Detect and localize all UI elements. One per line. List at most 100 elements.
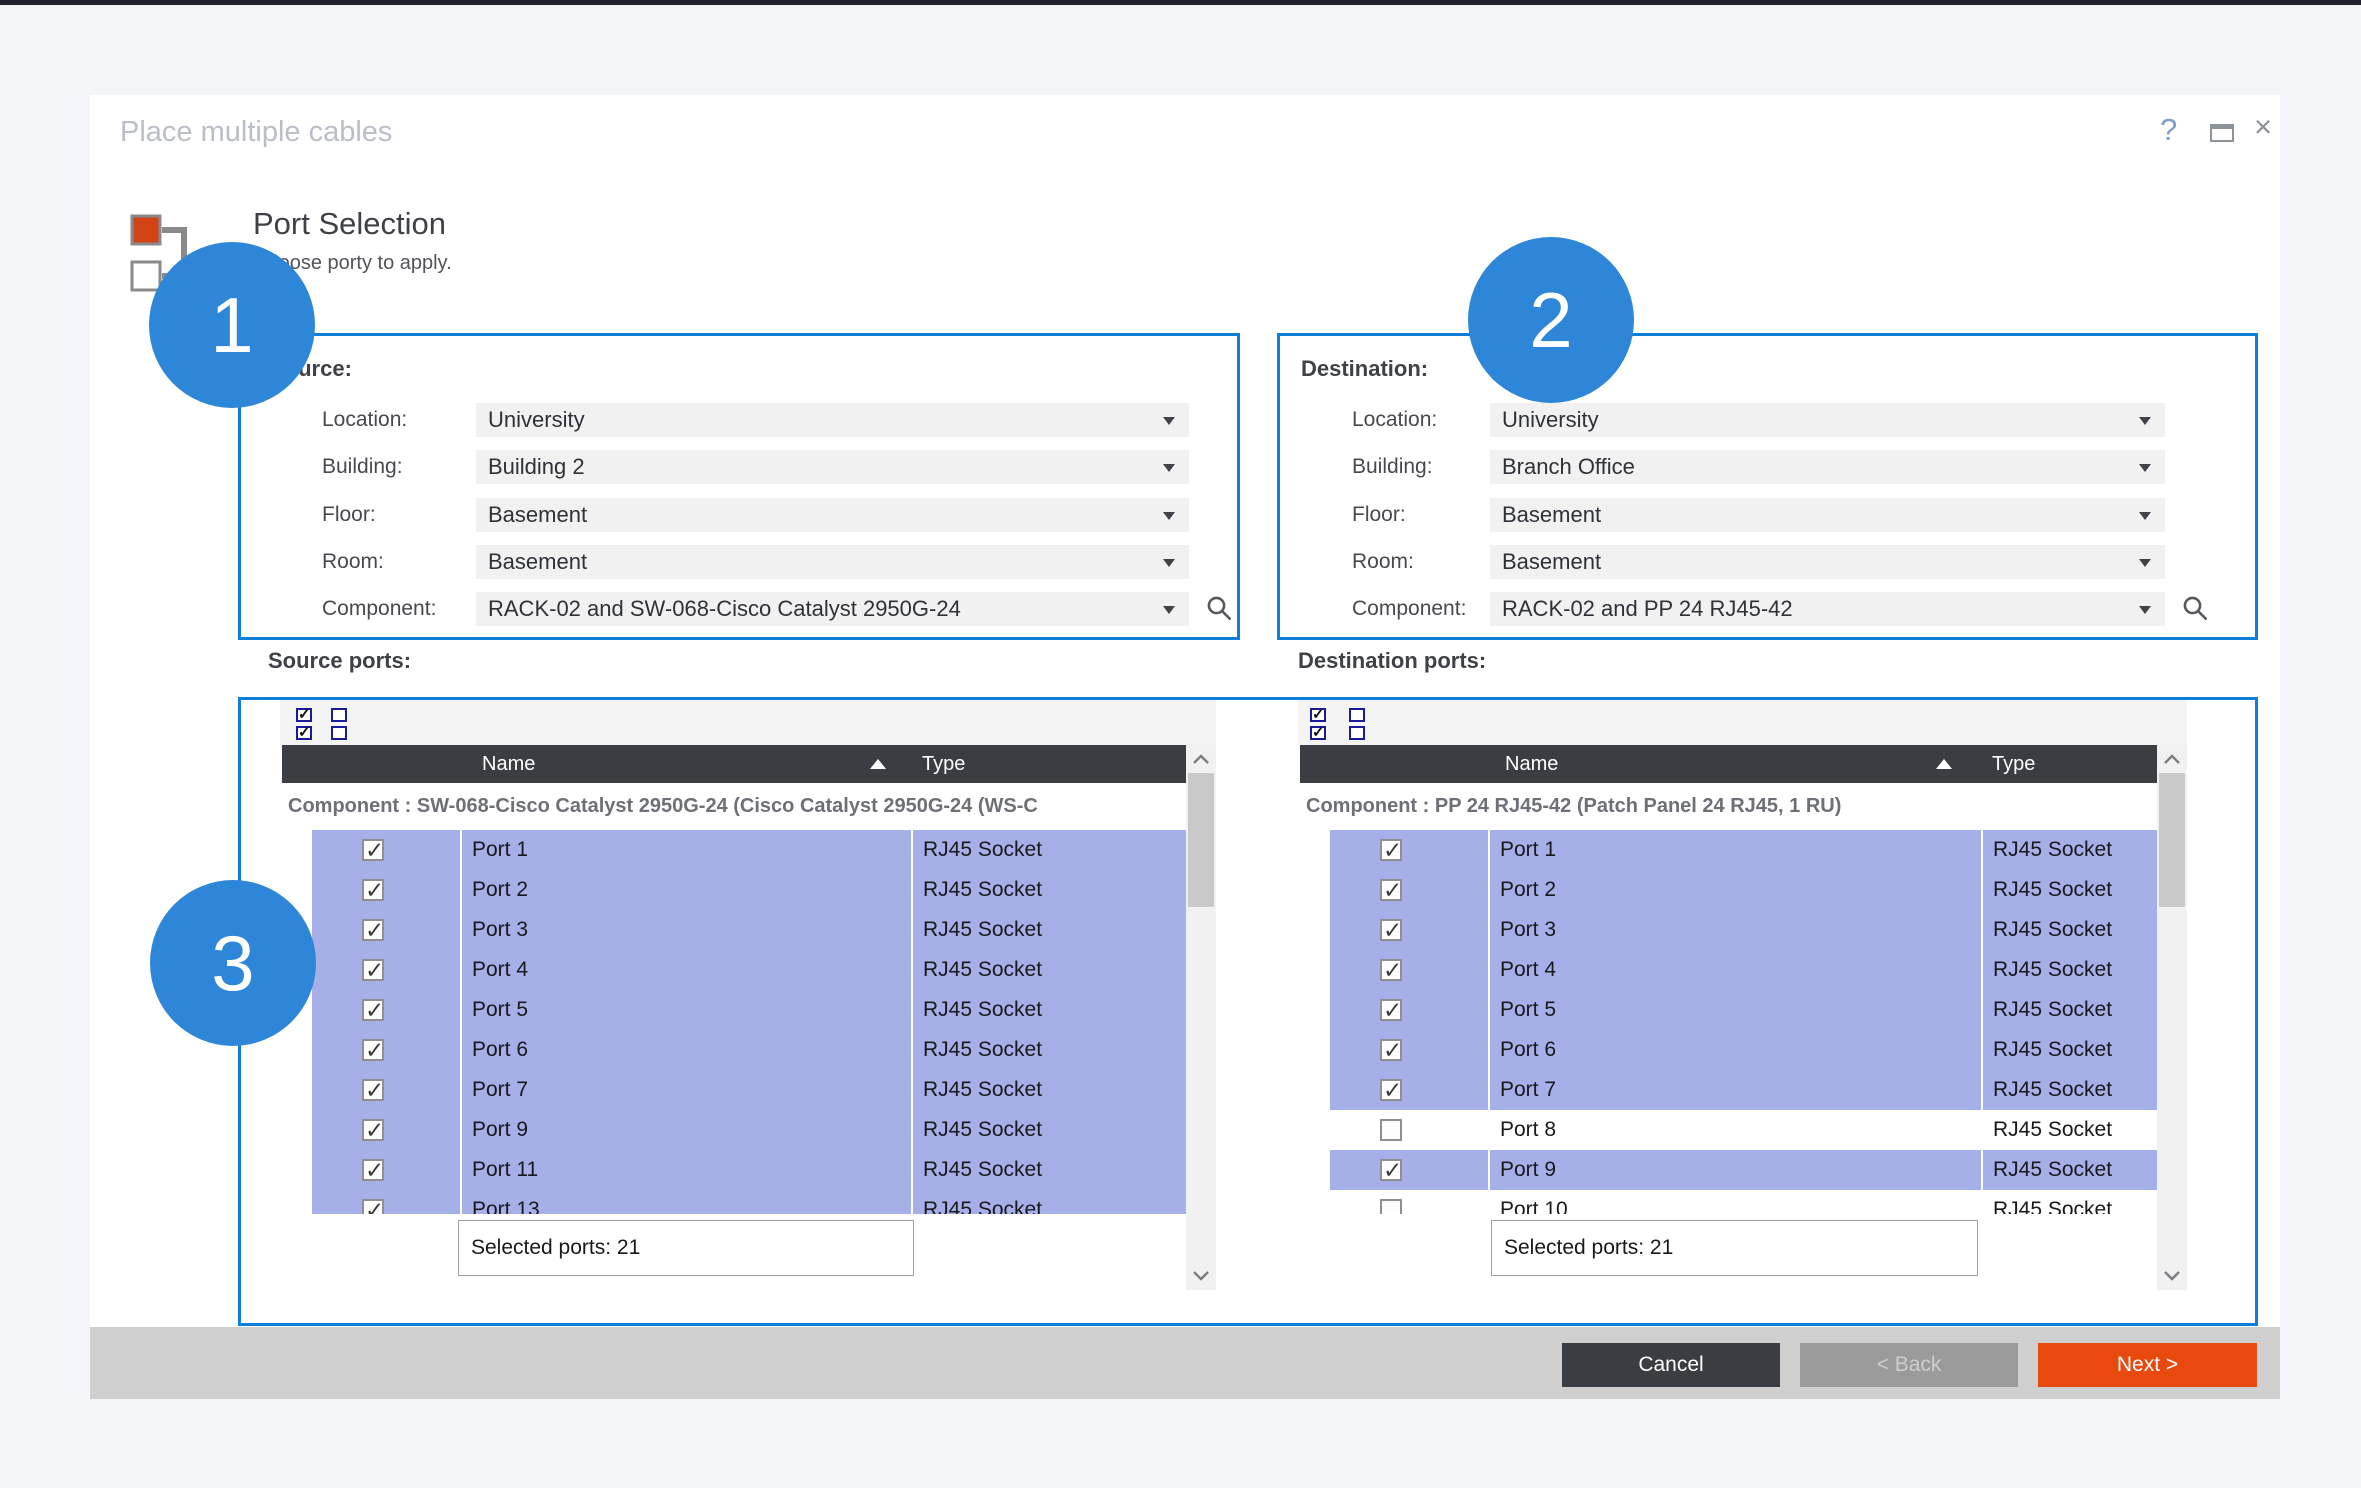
- port-checkbox[interactable]: [1380, 959, 1402, 981]
- location-dropdown[interactable]: University: [1490, 403, 2165, 437]
- port-row[interactable]: Port 2 RJ45 Socket: [282, 870, 1186, 910]
- port-row[interactable]: Port 9 RJ45 Socket: [282, 1110, 1186, 1150]
- floor-dropdown[interactable]: Basement: [1490, 498, 2165, 532]
- floor-dropdown[interactable]: Basement: [476, 498, 1189, 532]
- port-row[interactable]: Port 4 RJ45 Socket: [282, 950, 1186, 990]
- row-body[interactable]: Port 7 RJ45 Socket: [312, 1070, 1186, 1110]
- port-row[interactable]: Port 4 RJ45 Socket: [1300, 950, 2157, 990]
- port-checkbox[interactable]: [1380, 1079, 1402, 1101]
- row-body[interactable]: Port 10 RJ45 Socket: [1330, 1190, 2157, 1214]
- port-row[interactable]: Port 6 RJ45 Socket: [1300, 1030, 2157, 1070]
- port-checkbox[interactable]: [1380, 839, 1402, 861]
- row-body[interactable]: Port 6 RJ45 Socket: [312, 1030, 1186, 1070]
- port-checkbox[interactable]: [1380, 879, 1402, 901]
- chevron-down-icon[interactable]: [1163, 464, 1175, 472]
- search-icon[interactable]: [2182, 595, 2210, 623]
- column-header-type[interactable]: Type: [922, 745, 965, 783]
- source-ports-scrollbar[interactable]: [1186, 745, 1216, 1290]
- port-row[interactable]: Port 5 RJ45 Socket: [282, 990, 1186, 1030]
- port-checkbox[interactable]: [362, 839, 384, 861]
- port-checkbox[interactable]: [1380, 1199, 1402, 1214]
- port-checkbox[interactable]: [1380, 1039, 1402, 1061]
- building-dropdown[interactable]: Building 2: [476, 450, 1189, 484]
- chevron-down-icon[interactable]: [1163, 417, 1175, 425]
- row-body[interactable]: Port 7 RJ45 Socket: [1330, 1070, 2157, 1110]
- cancel-button[interactable]: Cancel: [1562, 1343, 1780, 1387]
- column-header-name[interactable]: Name: [482, 745, 535, 783]
- port-checkbox[interactable]: [362, 1159, 384, 1181]
- chevron-down-icon[interactable]: [2139, 464, 2151, 472]
- sort-asc-icon[interactable]: [1936, 759, 1952, 769]
- scroll-down-icon[interactable]: [2163, 1270, 2181, 1282]
- port-row[interactable]: Port 10 RJ45 Socket: [1300, 1190, 2157, 1214]
- source-ports-list[interactable]: Port 1 RJ45 Socket Port 2 RJ45 Socket Po…: [282, 830, 1186, 1214]
- port-checkbox[interactable]: [362, 959, 384, 981]
- close-icon[interactable]: ×: [2254, 109, 2272, 145]
- port-checkbox[interactable]: [1380, 919, 1402, 941]
- row-body[interactable]: Port 9 RJ45 Socket: [312, 1110, 1186, 1150]
- back-button[interactable]: < Back: [1800, 1343, 2018, 1387]
- sort-asc-icon[interactable]: [870, 759, 886, 769]
- row-body[interactable]: Port 3 RJ45 Socket: [312, 910, 1186, 950]
- row-body[interactable]: Port 1 RJ45 Socket: [312, 830, 1186, 870]
- port-row[interactable]: Port 6 RJ45 Socket: [282, 1030, 1186, 1070]
- room-dropdown[interactable]: Basement: [476, 545, 1189, 579]
- port-row[interactable]: Port 8 RJ45 Socket: [1300, 1110, 2157, 1150]
- port-row[interactable]: Port 7 RJ45 Socket: [1300, 1070, 2157, 1110]
- row-body[interactable]: Port 2 RJ45 Socket: [1330, 870, 2157, 910]
- chevron-down-icon[interactable]: [1163, 606, 1175, 614]
- room-dropdown[interactable]: Basement: [1490, 545, 2165, 579]
- port-row[interactable]: Port 9 RJ45 Socket: [1300, 1150, 2157, 1190]
- port-row[interactable]: Port 3 RJ45 Socket: [282, 910, 1186, 950]
- port-row[interactable]: Port 13 RJ45 Socket: [282, 1190, 1186, 1214]
- row-body[interactable]: Port 5 RJ45 Socket: [312, 990, 1186, 1030]
- row-body[interactable]: Port 3 RJ45 Socket: [1330, 910, 2157, 950]
- port-checkbox[interactable]: [362, 1039, 384, 1061]
- port-checkbox[interactable]: [362, 1119, 384, 1141]
- scrollbar-thumb[interactable]: [1188, 773, 1214, 907]
- port-row[interactable]: Port 1 RJ45 Socket: [282, 830, 1186, 870]
- port-checkbox[interactable]: [362, 919, 384, 941]
- component-dropdown[interactable]: RACK-02 and PP 24 RJ45-42: [1490, 592, 2165, 626]
- maximize-icon[interactable]: [2210, 124, 2234, 142]
- help-icon[interactable]: ?: [2160, 112, 2177, 148]
- port-row[interactable]: Port 3 RJ45 Socket: [1300, 910, 2157, 950]
- location-dropdown[interactable]: University: [476, 403, 1189, 437]
- building-dropdown[interactable]: Branch Office: [1490, 450, 2165, 484]
- row-body[interactable]: Port 8 RJ45 Socket: [1330, 1110, 2157, 1150]
- next-button[interactable]: Next >: [2038, 1343, 2257, 1387]
- scrollbar-thumb[interactable]: [2159, 773, 2185, 907]
- chevron-down-icon[interactable]: [2139, 606, 2151, 614]
- scroll-up-icon[interactable]: [2163, 753, 2181, 765]
- column-header-type[interactable]: Type: [1992, 745, 2035, 783]
- port-checkbox[interactable]: [362, 1199, 384, 1214]
- port-checkbox[interactable]: [1380, 1119, 1402, 1141]
- row-body[interactable]: Port 4 RJ45 Socket: [1330, 950, 2157, 990]
- port-checkbox[interactable]: [1380, 1159, 1402, 1181]
- chevron-down-icon[interactable]: [2139, 512, 2151, 520]
- scroll-up-icon[interactable]: [1192, 753, 1210, 765]
- deselect-all-icon[interactable]: [331, 708, 347, 740]
- row-body[interactable]: Port 13 RJ45 Socket: [312, 1190, 1186, 1214]
- chevron-down-icon[interactable]: [2139, 559, 2151, 567]
- deselect-all-icon[interactable]: [1349, 708, 1365, 740]
- chevron-down-icon[interactable]: [2139, 417, 2151, 425]
- port-row[interactable]: Port 7 RJ45 Socket: [282, 1070, 1186, 1110]
- scroll-down-icon[interactable]: [1192, 1270, 1210, 1282]
- search-icon[interactable]: [1206, 595, 1234, 623]
- row-body[interactable]: Port 5 RJ45 Socket: [1330, 990, 2157, 1030]
- port-checkbox[interactable]: [362, 879, 384, 901]
- port-row[interactable]: Port 11 RJ45 Socket: [282, 1150, 1186, 1190]
- port-row[interactable]: Port 2 RJ45 Socket: [1300, 870, 2157, 910]
- select-all-icon[interactable]: [296, 708, 312, 740]
- port-checkbox[interactable]: [1380, 999, 1402, 1021]
- row-body[interactable]: Port 1 RJ45 Socket: [1330, 830, 2157, 870]
- destination-ports-scrollbar[interactable]: [2157, 745, 2187, 1290]
- chevron-down-icon[interactable]: [1163, 559, 1175, 567]
- select-all-icon[interactable]: [1310, 708, 1326, 740]
- column-header-name[interactable]: Name: [1505, 745, 1558, 783]
- component-dropdown[interactable]: RACK-02 and SW-068-Cisco Catalyst 2950G-…: [476, 592, 1189, 626]
- port-row[interactable]: Port 1 RJ45 Socket: [1300, 830, 2157, 870]
- row-body[interactable]: Port 9 RJ45 Socket: [1330, 1150, 2157, 1190]
- row-body[interactable]: Port 6 RJ45 Socket: [1330, 1030, 2157, 1070]
